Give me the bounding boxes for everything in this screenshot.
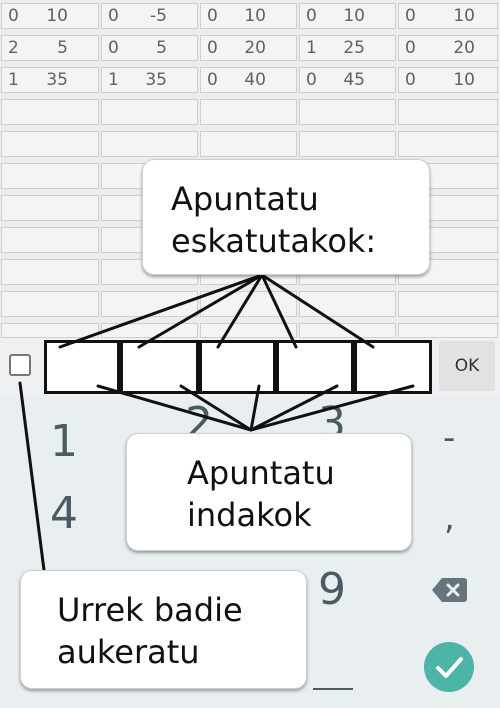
digit-input-box[interactable] — [44, 340, 432, 394]
grid-cell-empty[interactable] — [398, 291, 498, 317]
key-4[interactable]: 4 — [50, 488, 78, 539]
grid-cell[interactable]: 0 10 — [200, 3, 297, 29]
grid-cell-empty[interactable] — [398, 131, 498, 157]
grid-cell[interactable]: 1 25 — [299, 35, 396, 61]
grid-cell[interactable]: 0 20 — [398, 35, 498, 61]
grid-cell-empty[interactable] — [1, 323, 99, 338]
digit-divider — [117, 340, 123, 394]
grid-cell[interactable]: 0 10 — [398, 3, 498, 29]
grid-cell-empty[interactable] — [101, 323, 198, 338]
callout-requested: Apuntatu eskatutakok: — [142, 159, 430, 275]
callout-gold: Urrek badie aukeratu — [20, 570, 307, 689]
grid-cell-empty[interactable] — [1, 227, 99, 253]
grid-cell-empty[interactable] — [398, 323, 498, 338]
ok-button[interactable]: OK — [439, 341, 495, 391]
grid-cell-empty[interactable] — [200, 99, 297, 125]
grid-cell[interactable]: 05 — [101, 35, 198, 61]
grid-cell-empty[interactable] — [299, 131, 396, 157]
checkbox-icon[interactable] — [9, 354, 31, 376]
grid-cell-empty[interactable] — [299, 291, 396, 317]
grid-cell[interactable]: 0 10 — [1, 3, 99, 29]
grid-cell-empty[interactable] — [299, 99, 396, 125]
callout-given: Apuntatu indakok — [126, 433, 412, 551]
grid-cell-empty[interactable] — [398, 99, 498, 125]
grid-cell[interactable]: 0 -5 — [101, 3, 198, 29]
confirm-button[interactable] — [424, 642, 474, 692]
grid-cell[interactable]: 0 45 — [299, 67, 396, 93]
digit-divider — [196, 340, 202, 394]
grid-cell-empty[interactable] — [1, 131, 99, 157]
grid-cell[interactable]: 25 — [1, 35, 99, 61]
grid-cell-empty[interactable] — [200, 131, 297, 157]
key-minus[interactable]: - — [443, 418, 455, 458]
digit-divider — [273, 340, 279, 394]
key-9[interactable]: 9 — [318, 564, 346, 615]
grid-cell-empty[interactable] — [101, 291, 198, 317]
grid-cell-empty[interactable] — [1, 291, 99, 317]
grid-cell[interactable]: 0 10 — [398, 67, 498, 93]
grid-cell-empty[interactable] — [1, 259, 99, 285]
grid-cell-empty[interactable] — [299, 323, 396, 338]
grid-cell[interactable]: 0 10 — [299, 3, 396, 29]
backspace-icon[interactable] — [430, 576, 468, 604]
grid-cell[interactable]: 0 40 — [200, 67, 297, 93]
check-icon — [436, 657, 463, 678]
key-comma[interactable]: , — [444, 498, 455, 538]
grid-cell-empty[interactable] — [101, 131, 198, 157]
space-key[interactable] — [313, 688, 353, 690]
grid-cell-empty[interactable] — [101, 99, 198, 125]
grid-cell[interactable]: 1 35 — [1, 67, 99, 93]
grid-cell-empty[interactable] — [200, 323, 297, 338]
grid-cell[interactable]: 1 35 — [101, 67, 198, 93]
grid-cell-empty[interactable] — [200, 291, 297, 317]
grid-cell-empty[interactable] — [1, 163, 99, 189]
key-1[interactable]: 1 — [50, 416, 78, 467]
digit-divider — [351, 340, 357, 394]
grid-cell[interactable]: 0 20 — [200, 35, 297, 61]
grid-cell-empty[interactable] — [1, 99, 99, 125]
grid-cell-empty[interactable] — [1, 195, 99, 221]
